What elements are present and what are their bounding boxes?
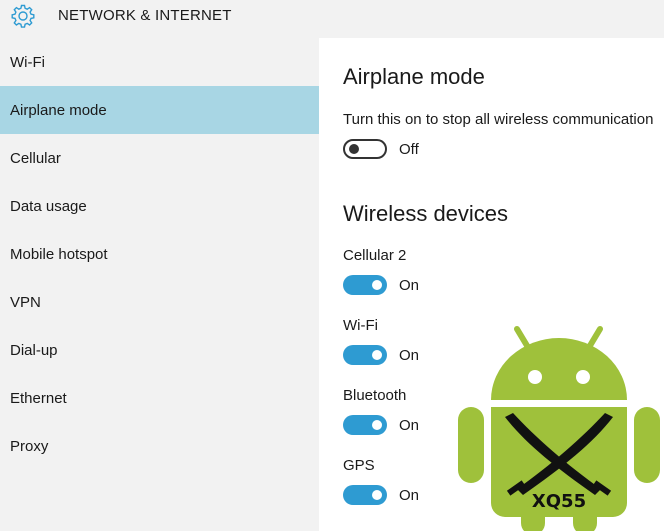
airplane-mode-state: Off <box>399 141 419 158</box>
toggle-knob <box>372 280 382 290</box>
cellular-2-toggle[interactable] <box>343 275 387 295</box>
airplane-mode-toggle[interactable] <box>343 139 387 159</box>
bluetooth-state: On <box>399 417 420 434</box>
airplane-mode-heading: Airplane mode <box>343 64 485 89</box>
sidebar-item-dial-up[interactable]: Dial-up <box>0 326 319 374</box>
toggle-knob <box>372 420 382 430</box>
sidebar-item-data-usage[interactable]: Data usage <box>0 182 319 230</box>
toggle-knob <box>372 350 382 360</box>
toggle-knob <box>349 144 359 154</box>
gps-state: On <box>399 487 420 504</box>
sidebar: Wi-Fi Airplane mode Cellular Data usage … <box>0 38 319 531</box>
title-bar: NETWORK & INTERNET <box>0 0 664 38</box>
sidebar-item-ethernet[interactable]: Ethernet <box>0 374 319 422</box>
sidebar-item-proxy[interactable]: Proxy <box>0 422 319 470</box>
watermark-text: XQ55 <box>532 491 586 512</box>
sidebar-item-vpn[interactable]: VPN <box>0 278 319 326</box>
wifi-toggle[interactable] <box>343 345 387 365</box>
airplane-mode-description: Turn this on to stop all wireless commun… <box>343 111 654 128</box>
sidebar-item-airplane-mode[interactable]: Airplane mode <box>0 86 319 134</box>
gear-icon <box>11 4 35 28</box>
toggle-knob <box>372 490 382 500</box>
android-logo-icon: XQ55 <box>458 326 660 531</box>
cellular-2-state: On <box>399 277 420 294</box>
sidebar-item-cellular[interactable]: Cellular <box>0 134 319 182</box>
cellular-2-label: Cellular 2 <box>343 247 407 264</box>
bluetooth-toggle[interactable] <box>343 415 387 435</box>
gps-label: GPS <box>343 457 375 474</box>
wifi-state: On <box>399 347 420 364</box>
wireless-devices-heading: Wireless devices <box>343 201 509 226</box>
wifi-label: Wi-Fi <box>343 317 378 334</box>
sidebar-item-wifi[interactable]: Wi-Fi <box>0 38 319 86</box>
gps-toggle[interactable] <box>343 485 387 505</box>
bluetooth-label: Bluetooth <box>343 387 407 404</box>
page-title: NETWORK & INTERNET <box>58 7 232 24</box>
sidebar-item-mobile-hotspot[interactable]: Mobile hotspot <box>0 230 319 278</box>
